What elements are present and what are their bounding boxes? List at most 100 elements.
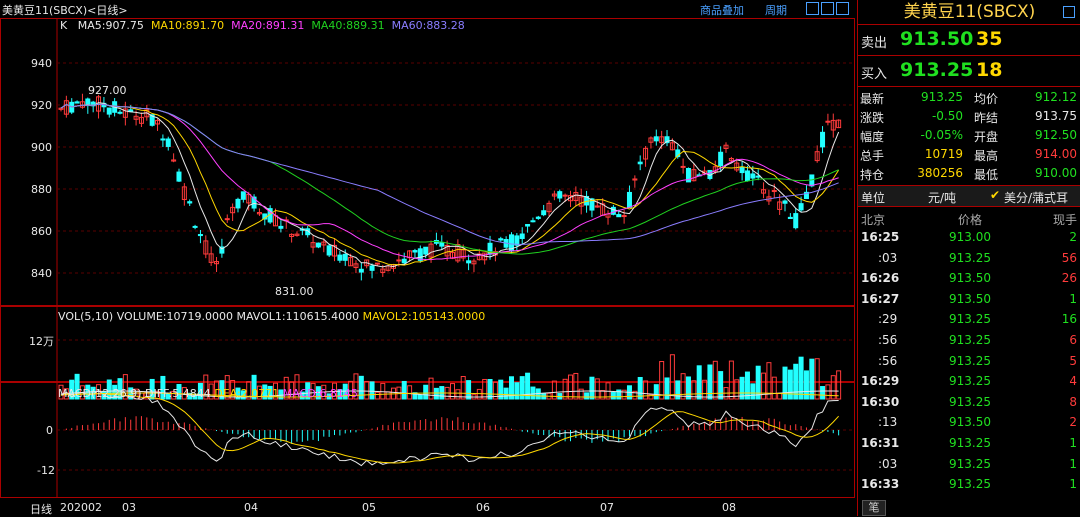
- candlestick: [197, 234, 203, 237]
- unit-option[interactable]: 美分/蒲式耳: [1004, 189, 1068, 206]
- candlestick: [358, 268, 364, 273]
- date-tick: 04: [244, 501, 258, 514]
- stat-value: -0.50: [931, 109, 963, 123]
- volume-bar: [423, 384, 429, 400]
- tick-row: :13 913.50 2: [858, 412, 1080, 433]
- volume-bar: [814, 358, 820, 400]
- tick-time: 16:31: [861, 435, 900, 450]
- volume-bar: [584, 392, 590, 400]
- volume-bar: [771, 376, 777, 400]
- date-tick: 202002: [60, 501, 102, 514]
- tick-price: 913.25: [949, 312, 991, 327]
- kline-chart-area[interactable]: K MA5:907.75 MA10:891.70 MA20:891.31 MA4…: [0, 18, 855, 498]
- ma5-value: MA5:907.75: [77, 19, 144, 32]
- window-toggle-icon[interactable]: [836, 2, 849, 15]
- zoom-in-icon[interactable]: [821, 2, 834, 15]
- tick-time: 16:29: [861, 374, 900, 389]
- price-tick: 920: [31, 99, 52, 112]
- tick-price: 913.00: [949, 230, 991, 244]
- period-label[interactable]: 日线: [30, 501, 52, 517]
- candlestick: [653, 136, 659, 142]
- price-tick: 940: [31, 57, 52, 70]
- tick-time: :13: [878, 415, 898, 430]
- volume-bar: [680, 373, 686, 400]
- date-tick: 08: [722, 501, 736, 514]
- tick-time: 16:30: [861, 394, 900, 409]
- tick-price: 913.25: [949, 435, 991, 450]
- candlestick: [610, 206, 616, 215]
- tick-qty: 1: [1069, 456, 1077, 471]
- candlestick: [187, 201, 193, 204]
- chart-title: 美黄豆11(SBCX)<日线>: [2, 4, 128, 17]
- tick-row: 16:27 913.50 1: [858, 289, 1080, 310]
- stat-row: 总手 10719 最高 914.00: [858, 145, 1080, 164]
- stat-label: 涨跌: [860, 111, 885, 125]
- volume-bar: [476, 388, 482, 400]
- unit-value[interactable]: 元/吨: [928, 189, 956, 206]
- checkmark-icon[interactable]: ✔: [990, 188, 1000, 202]
- candlestick: [278, 225, 284, 229]
- tick-time: :03: [878, 456, 898, 471]
- tick-time: :56: [878, 353, 898, 368]
- bid-price: 913.25: [900, 59, 974, 81]
- volume-bar: [718, 371, 724, 400]
- tick-row: 16:26 913.50 26: [858, 268, 1080, 289]
- price-tick: 880: [31, 183, 52, 196]
- tick-price: 913.25: [949, 456, 991, 471]
- tick-row: 16:25 913.00 2: [858, 227, 1080, 248]
- candlestick: [541, 210, 547, 216]
- stat-label: 最新: [860, 92, 885, 106]
- tick-time: 16:25: [861, 230, 900, 244]
- macd-tick: 0: [46, 424, 53, 437]
- stat-value: 912.12: [1035, 90, 1077, 104]
- date-tick: 06: [476, 501, 490, 514]
- tick-time: :56: [878, 332, 898, 347]
- volume-bar: [417, 394, 423, 400]
- zoom-out-icon[interactable]: [806, 2, 819, 15]
- volume-bar: [836, 370, 842, 400]
- ma10-line: [60, 103, 840, 266]
- candlestick: [718, 151, 724, 167]
- candlestick: [74, 101, 80, 104]
- candlestick: [782, 200, 788, 204]
- date-tick: 03: [122, 501, 136, 514]
- volume-bar: [369, 381, 375, 400]
- candlestick: [466, 260, 472, 264]
- volume-bar: [567, 374, 573, 400]
- ticks-header-qty: 现手: [1052, 213, 1077, 227]
- tick-price: 913.25: [949, 374, 991, 389]
- candlestick: [626, 191, 632, 208]
- overlay-link[interactable]: 商品叠加: [700, 2, 744, 18]
- volume-bar: [364, 380, 370, 400]
- candlestick: [621, 215, 627, 218]
- stat-row: 幅度 -0.05% 开盘 912.50: [858, 126, 1080, 145]
- candlestick: [412, 250, 418, 253]
- tick-qty: 4: [1069, 374, 1077, 389]
- volume-prefix: VOL(5,10): [58, 310, 114, 323]
- panel-toggle-icon[interactable]: [1063, 6, 1075, 18]
- candlestick: [750, 173, 756, 179]
- volume-bar: [589, 376, 595, 400]
- tick-tab[interactable]: 笔: [862, 500, 886, 516]
- tick-qty: 1: [1069, 435, 1077, 450]
- period-link[interactable]: 周期: [765, 2, 787, 18]
- instrument-title: 美黄豆11(SBCX): [858, 0, 1080, 25]
- candlestick: [224, 218, 230, 221]
- volume-bar: [820, 386, 826, 400]
- candlestick: [326, 245, 332, 256]
- tick-time: 16:27: [861, 291, 900, 306]
- kline-chart[interactable]: [0, 18, 855, 498]
- date-tick: 07: [600, 501, 614, 514]
- tick-row: :29 913.25 16: [858, 309, 1080, 330]
- stat-label: 总手: [860, 149, 885, 163]
- ticks-header-loc: 北京: [861, 213, 886, 227]
- tick-qty: 1: [1069, 477, 1077, 492]
- stat-value: -0.05%: [920, 128, 963, 142]
- stat-row: 涨跌 -0.50 昨结 913.75: [858, 107, 1080, 126]
- stats-grid: 最新 913.25 均价 912.12 涨跌 -0.50 昨结 913.75 幅…: [858, 87, 1080, 186]
- volume-bar: [685, 376, 691, 400]
- tick-row: :03 913.25 1: [858, 454, 1080, 475]
- stat-label: 开盘: [974, 130, 999, 144]
- tick-time: 16:33: [861, 477, 900, 492]
- diff-line: [60, 389, 839, 467]
